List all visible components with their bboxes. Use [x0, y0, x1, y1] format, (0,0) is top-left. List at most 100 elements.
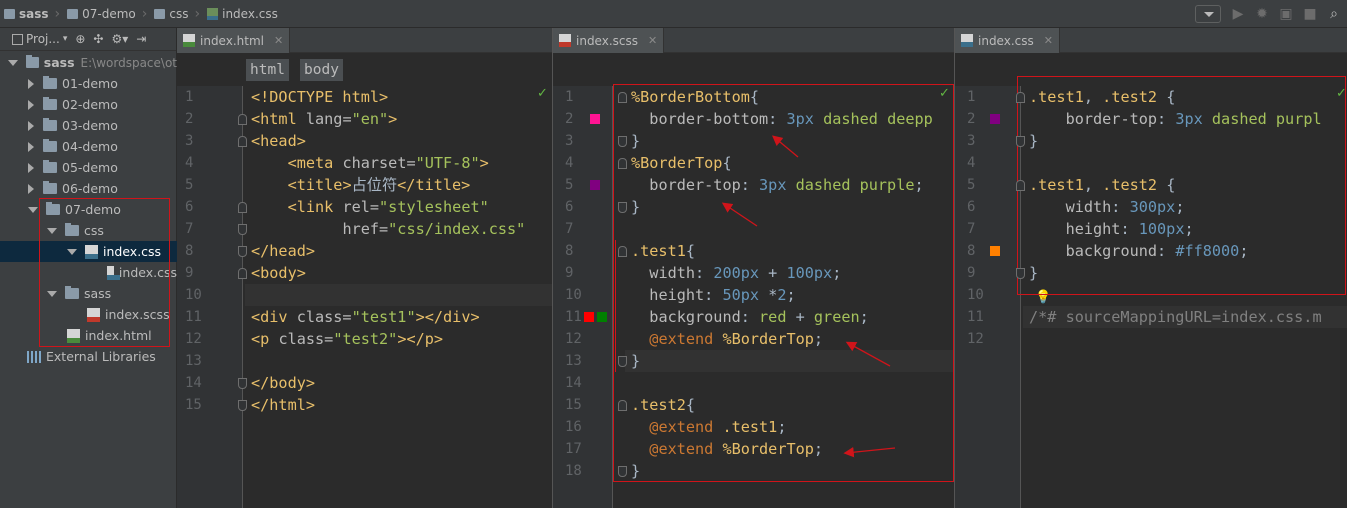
fold-marker-icon[interactable]: [238, 246, 247, 257]
color-swatch[interactable]: [990, 114, 1000, 124]
tree-node-01-demo[interactable]: 01-demo: [0, 73, 177, 94]
code-line[interactable]: }: [631, 196, 640, 218]
breadcrumb-index-css[interactable]: index.css: [203, 0, 281, 28]
color-swatch[interactable]: [990, 246, 1000, 256]
code-line[interactable]: width: 300px;: [1029, 196, 1185, 218]
breadcrumb-07-demo[interactable]: 07-demo ›: [63, 0, 150, 28]
project-view-selector[interactable]: Proj... ▾: [12, 32, 67, 46]
code-line[interactable]: <p class="test2"></p>: [251, 328, 443, 350]
code-line[interactable]: <head>: [251, 130, 306, 152]
breadcrumb-css[interactable]: css ›: [150, 0, 203, 28]
fold-marker-icon[interactable]: [618, 246, 627, 257]
tag-breadcrumb-body[interactable]: body: [300, 59, 343, 81]
code-line[interactable]: %BorderTop{: [631, 152, 732, 174]
color-swatch[interactable]: [590, 114, 600, 124]
code-line[interactable]: border-top: 3px dashed purpl: [1029, 108, 1322, 130]
tree-node-root[interactable]: sass E:\wordspace\ot: [0, 52, 177, 73]
code-line[interactable]: border-top: 3px dashed purple;: [631, 174, 923, 196]
color-swatch[interactable]: [584, 312, 594, 322]
gear-icon[interactable]: ⚙▾: [111, 32, 128, 46]
fold-marker-icon[interactable]: [1016, 136, 1025, 147]
fold-marker-icon[interactable]: [1016, 180, 1025, 191]
fold-marker-icon[interactable]: [618, 158, 627, 169]
code-line[interactable]: height: 100px;: [1029, 218, 1194, 240]
fold-marker-icon[interactable]: [238, 136, 247, 147]
color-swatch[interactable]: [597, 312, 607, 322]
fold-marker-icon[interactable]: [1016, 268, 1025, 279]
fold-marker-icon[interactable]: [238, 268, 247, 279]
color-swatch[interactable]: [590, 180, 600, 190]
code-line[interactable]: <div class="test1"></div>: [251, 306, 480, 328]
close-icon[interactable]: ✕: [274, 34, 283, 47]
fold-marker-icon[interactable]: [238, 224, 247, 235]
search-icon[interactable]: ⌕: [1327, 7, 1341, 21]
code-line[interactable]: @extend %BorderTop;: [631, 328, 823, 350]
breadcrumb-sass[interactable]: sass ›: [0, 0, 63, 28]
fold-marker-icon[interactable]: [238, 400, 247, 411]
code-line[interactable]: /*# sourceMappingURL=index.css.m: [1029, 306, 1322, 328]
tab-index-scss[interactable]: index.scss ✕: [553, 28, 665, 53]
code-line[interactable]: <link rel="stylesheet": [251, 196, 489, 218]
hide-icon[interactable]: ⇥: [136, 32, 146, 46]
collapse-icon[interactable]: ✣: [93, 32, 103, 46]
fold-marker-icon[interactable]: [238, 114, 247, 125]
close-icon[interactable]: ✕: [1044, 34, 1053, 47]
code-line[interactable]: background: red + green;: [631, 306, 868, 328]
code-line[interactable]: }: [631, 130, 640, 152]
code-line[interactable]: <meta charset="UTF-8">: [251, 152, 489, 174]
fold-marker-icon[interactable]: [238, 378, 247, 389]
code-line[interactable]: }: [631, 460, 640, 482]
code-line[interactable]: .test1, .test2 {: [1029, 86, 1175, 108]
tree-node-external-libraries[interactable]: External Libraries: [0, 346, 177, 367]
fold-marker-icon[interactable]: [618, 136, 627, 147]
code-line[interactable]: .test2{: [631, 394, 695, 416]
close-icon[interactable]: ✕: [648, 34, 657, 47]
code-line[interactable]: }: [1029, 130, 1038, 152]
code-line[interactable]: </html>: [251, 394, 315, 416]
tree-node-03-demo[interactable]: 03-demo: [0, 115, 177, 136]
tree-node-css[interactable]: css: [0, 220, 177, 241]
fold-marker-icon[interactable]: [618, 92, 627, 103]
tab-index-css[interactable]: index.css ✕: [955, 28, 1060, 53]
code-line[interactable]: <!DOCTYPE html>: [251, 86, 388, 108]
tab-index-html[interactable]: index.html ✕: [177, 28, 291, 53]
lightbulb-icon[interactable]: 💡: [1035, 290, 1051, 305]
tree-node-04-demo[interactable]: 04-demo: [0, 136, 177, 157]
code-line[interactable]: .test1, .test2 {: [1029, 174, 1175, 196]
tree-node-index-scss[interactable]: index.scss: [0, 304, 177, 325]
stop-icon[interactable]: ■: [1303, 7, 1317, 21]
fold-marker-icon[interactable]: [618, 400, 627, 411]
tree-node-05-demo[interactable]: 05-demo: [0, 157, 177, 178]
tree-node-02-demo[interactable]: 02-demo: [0, 94, 177, 115]
code-line[interactable]: width: 200px + 100px;: [631, 262, 841, 284]
code-line[interactable]: @extend .test1;: [631, 416, 786, 438]
fold-marker-icon[interactable]: [618, 356, 627, 367]
code-line[interactable]: background: #ff8000;: [1029, 240, 1249, 262]
code-line[interactable]: }: [631, 350, 640, 372]
code-line[interactable]: border-bottom: 3px dashed deepp: [631, 108, 933, 130]
fold-marker-icon[interactable]: [1016, 92, 1025, 103]
code-line[interactable]: </head>: [251, 240, 315, 262]
code-line[interactable]: <body>: [251, 262, 306, 284]
fold-marker-icon[interactable]: [238, 202, 247, 213]
code-line[interactable]: }: [1029, 262, 1038, 284]
fold-marker-icon[interactable]: [618, 202, 627, 213]
target-icon[interactable]: ⊕: [75, 32, 85, 46]
tree-node-07-demo[interactable]: 07-demo: [0, 199, 177, 220]
fold-marker-icon[interactable]: [618, 466, 627, 477]
tag-breadcrumb-html[interactable]: html: [246, 59, 289, 81]
run-icon[interactable]: ▶: [1231, 7, 1245, 21]
code-line[interactable]: <html lang="en">: [251, 108, 397, 130]
code-line[interactable]: .test1{: [631, 240, 695, 262]
tree-node-06-demo[interactable]: 06-demo: [0, 178, 177, 199]
code-line[interactable]: </body>: [251, 372, 315, 394]
code-line[interactable]: <title>占位符</title>: [251, 174, 471, 196]
tree-node-index-css[interactable]: index.css: [0, 262, 177, 283]
code-line[interactable]: href="css/index.css": [251, 218, 525, 240]
code-line[interactable]: @extend %BorderTop;: [631, 438, 823, 460]
tree-node-sass[interactable]: sass: [0, 283, 177, 304]
tree-node-index-css-group[interactable]: index.css: [0, 241, 177, 262]
debug-icon[interactable]: ✹: [1255, 7, 1269, 21]
run-config-dropdown[interactable]: [1195, 5, 1221, 23]
coverage-icon[interactable]: ▣: [1279, 7, 1293, 21]
